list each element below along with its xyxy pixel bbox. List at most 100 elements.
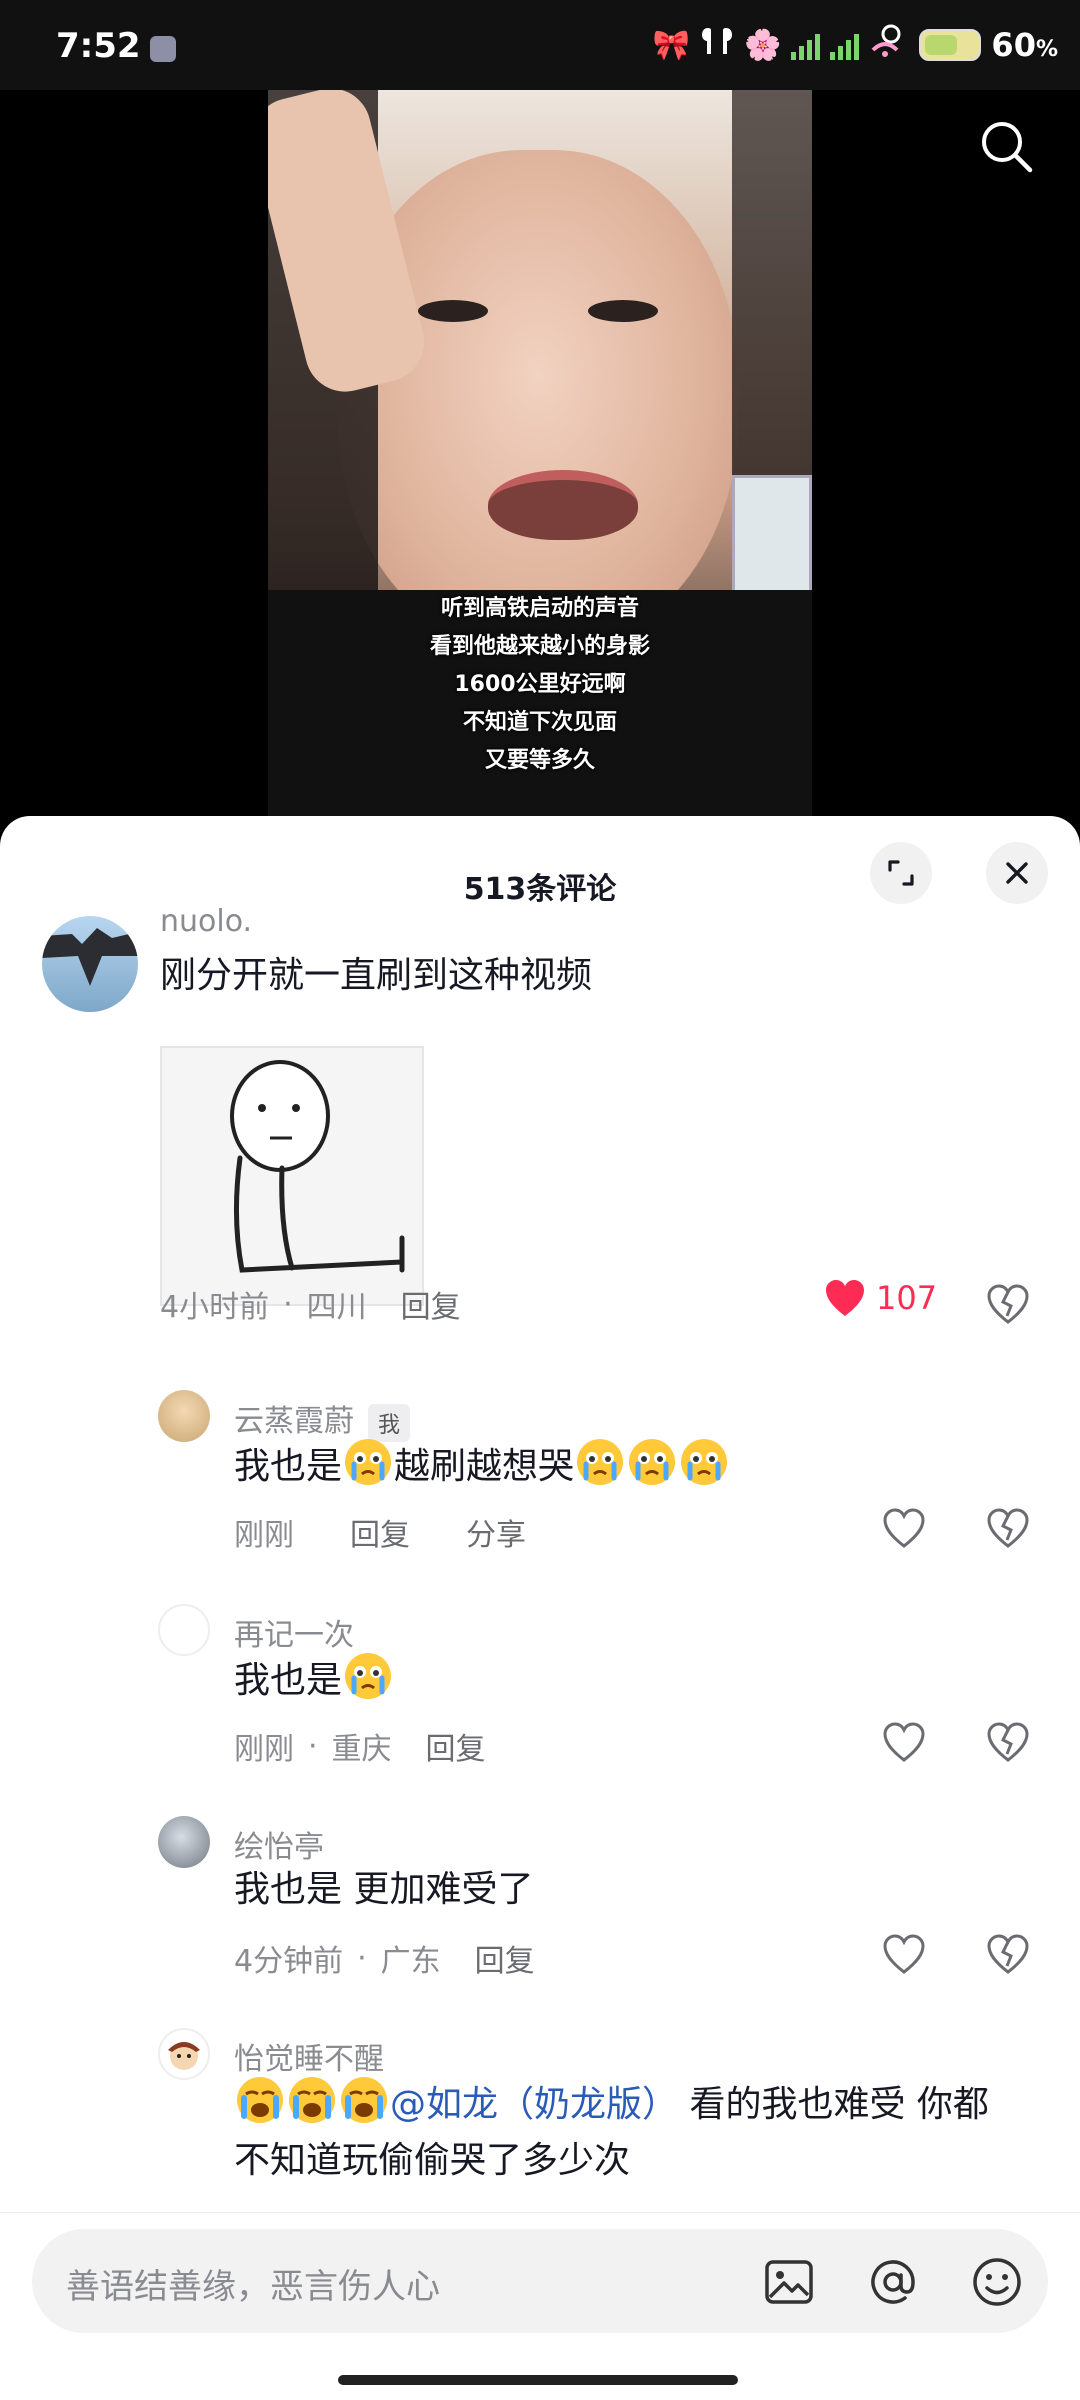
crying-emoji-icon	[338, 2074, 390, 2126]
comment-input-placeholder: 善语结善缘，恶言伤人心	[66, 2267, 440, 2307]
earbuds-icon	[700, 24, 734, 66]
video-eye-right	[588, 300, 658, 322]
comment-text[interactable]: @如龙（奶龙版） 看的我也难受 你都 不知道玩偷偷哭了多少次	[234, 2074, 1054, 2189]
video-face	[338, 150, 738, 650]
search-icon	[982, 122, 1033, 173]
bow-icon: 🎀	[652, 27, 691, 63]
emoji-icon	[973, 2258, 1021, 2306]
comment-username[interactable]: 怡觉睡不醒	[234, 2034, 384, 2078]
dislike-heart-icon	[987, 1722, 1029, 1762]
comment-username[interactable]: 绘怡亭	[234, 1822, 324, 1866]
comment-location: 四川	[306, 1290, 367, 1325]
crying-emoji-icon	[342, 1436, 394, 1488]
comment-username[interactable]: 再记一次	[234, 1610, 354, 1654]
comment-meta: 刚刚 · 重庆 回复	[234, 1724, 486, 1768]
comment-meta: 刚刚 回复 分享	[234, 1510, 526, 1554]
flower-icon: 🌸	[744, 27, 782, 63]
dislike-button[interactable]	[986, 1720, 1030, 1764]
reply-button[interactable]: 回复	[475, 1936, 535, 1980]
comment-time: 刚刚	[234, 1518, 294, 1553]
comment-meta: 4小时前 · 四川 回复	[160, 1282, 461, 1326]
mention-link[interactable]: @如龙（奶龙版）	[390, 2084, 678, 2125]
caption-line: 又要等多久	[484, 748, 595, 773]
avatar[interactable]	[158, 1604, 210, 1656]
avatar[interactable]	[158, 1390, 210, 1442]
comment-text[interactable]: 我也是 越刷越想哭	[234, 1436, 730, 1495]
comment-item: nuolo. 刚分开就一直刷到这种视频 4小时前 · 四川 回复 107	[0, 904, 1080, 1326]
caption-line: 听到高铁启动的声音	[440, 596, 639, 621]
dislike-heart-icon	[987, 1508, 1029, 1548]
battery-icon	[919, 29, 982, 61]
dislike-heart-icon	[987, 1284, 1029, 1324]
crying-emoji-icon	[342, 1650, 394, 1702]
mention-button[interactable]	[864, 2253, 922, 2311]
video-caption: 听到高铁启动的声音 看到他越来越小的身影 1600公里好远啊 不知道下次见面 又…	[268, 590, 812, 780]
close-button[interactable]	[986, 842, 1048, 904]
like-button[interactable]: 107	[824, 1278, 937, 1318]
avatar[interactable]	[158, 1816, 210, 1868]
reply-item: 云蒸霞蔚我 我也是 越刷越想哭 刚刚 回复 分享	[0, 1386, 1080, 1586]
like-button[interactable]	[882, 1932, 926, 1976]
crying-emoji-icon	[626, 1436, 678, 1488]
dislike-button[interactable]	[986, 1506, 1030, 1550]
reply-button[interactable]: 回复	[401, 1282, 461, 1326]
crying-emoji-icon	[678, 1436, 730, 1488]
comment-username[interactable]: nuolo.	[160, 904, 252, 939]
comment-time: 4小时前	[160, 1290, 270, 1325]
comment-sheet-header: 513条评论	[0, 816, 1080, 907]
comment-input[interactable]: 善语结善缘，恶言伤人心	[32, 2229, 1048, 2333]
search-button[interactable]	[978, 118, 1034, 174]
expand-button[interactable]	[870, 842, 932, 904]
video-frame[interactable]: 听到高铁启动的声音 看到他越来越小的身影 1600公里好远啊 不知道下次见面 又…	[268, 90, 812, 820]
comment-location: 广东	[380, 1944, 441, 1979]
status-time: 7:52	[56, 26, 141, 66]
video-player[interactable]: 听到高铁启动的声音 看到他越来越小的身影 1600公里好远啊 不知道下次见面 又…	[0, 90, 1080, 820]
reply-item: 怡觉睡不醒 @如龙（奶龙版） 看的我也难受 你都 不知道玩偷偷哭了多少次	[0, 2024, 1080, 2224]
battery-percent: 60%	[991, 26, 1058, 64]
comment-meta: 4分钟前 · 广东 回复	[234, 1936, 535, 1980]
signal-icon-1	[791, 30, 821, 60]
home-indicator[interactable]	[338, 2375, 738, 2385]
app-notification-icon	[150, 36, 176, 62]
heart-icon	[883, 1508, 925, 1548]
reply-button[interactable]: 回复	[350, 1510, 410, 1554]
comment-location: 重庆	[331, 1732, 392, 1767]
like-button[interactable]	[882, 1506, 926, 1550]
comment-text[interactable]: 我也是 更加难受了	[234, 1862, 533, 1918]
close-icon	[1006, 862, 1028, 884]
like-count: 107	[876, 1279, 938, 1317]
crying-emoji-icon	[234, 2074, 286, 2126]
avatar[interactable]	[42, 916, 138, 1012]
heart-icon	[826, 1280, 864, 1316]
comment-username[interactable]: 云蒸霞蔚我	[234, 1396, 411, 1442]
avatar[interactable]	[158, 2028, 210, 2080]
reply-item: 绘怡亭 我也是 更加难受了 4分钟前 · 广东 回复	[0, 1812, 1080, 2012]
comment-text[interactable]: 我也是	[234, 1650, 394, 1709]
share-button[interactable]: 分享	[466, 1510, 526, 1554]
caption-line: 不知道下次见面	[462, 710, 617, 735]
dislike-button[interactable]	[986, 1282, 1030, 1326]
comment-text[interactable]: 刚分开就一直刷到这种视频	[160, 948, 592, 1004]
at-icon	[871, 2260, 915, 2304]
status-icons: 🎀 🌸 60%	[653, 24, 1058, 66]
meta-separator: ·	[308, 1728, 318, 1764]
image-button[interactable]	[760, 2253, 818, 2311]
emoji-button[interactable]	[968, 2253, 1026, 2311]
meta-separator: ·	[283, 1286, 293, 1322]
like-button[interactable]	[882, 1720, 926, 1764]
signal-icon-2	[830, 30, 860, 60]
meta-separator: ·	[357, 1940, 367, 1976]
dislike-heart-icon	[987, 1934, 1029, 1974]
reply-button[interactable]: 回复	[426, 1724, 486, 1768]
caption-line: 1600公里好远啊	[454, 672, 626, 697]
comment-sticker-image[interactable]	[160, 1046, 424, 1306]
expand-icon	[888, 860, 914, 886]
reply-item: 再记一次 我也是 刚刚 · 重庆 回复	[0, 1600, 1080, 1800]
comment-time: 刚刚	[234, 1732, 294, 1767]
comment-time: 4分钟前	[234, 1944, 344, 1979]
dislike-button[interactable]	[986, 1932, 1030, 1976]
comment-sheet: 513条评论 nuolo. 刚分开就一直刷到这种视频 4小时前 · 四川 回复 …	[0, 816, 1080, 2400]
image-icon	[765, 2260, 813, 2304]
status-bar: 7:52 🎀 🌸 60%	[0, 0, 1080, 90]
caption-line: 看到他越来越小的身影	[429, 634, 650, 659]
